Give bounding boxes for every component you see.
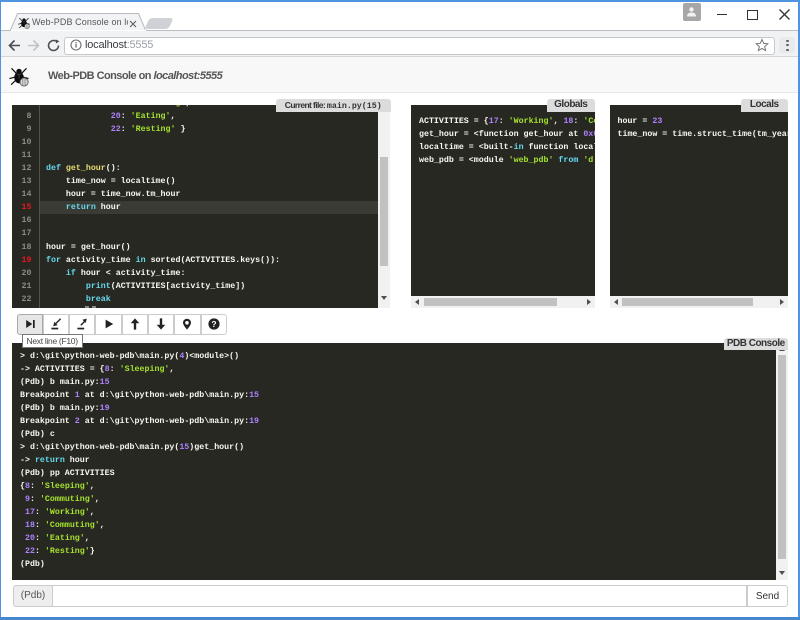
svg-text:?: ? xyxy=(211,319,216,329)
